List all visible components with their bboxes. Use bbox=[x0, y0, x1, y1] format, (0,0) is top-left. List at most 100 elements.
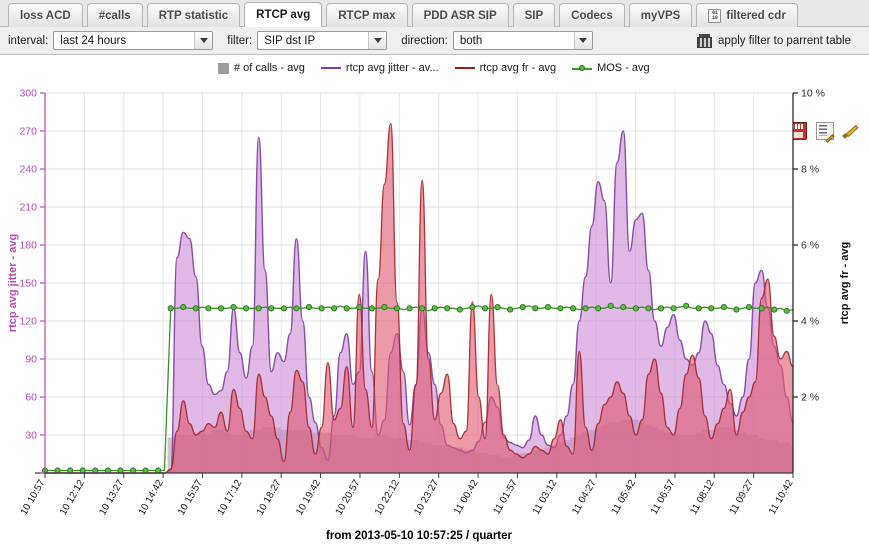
y-tick-label-left: 210 bbox=[19, 202, 37, 214]
filter-select[interactable]: SIP dst IP bbox=[257, 31, 387, 50]
tab-label: RTCP avg bbox=[256, 9, 310, 21]
tab-label: filtered cdr bbox=[726, 10, 785, 22]
marker-mos bbox=[470, 304, 475, 309]
y-axis-right-ticks: 2 %4 %6 %8 %10 % bbox=[793, 88, 825, 404]
marker-mos bbox=[558, 306, 563, 311]
x-tick-label: 10 18:27 bbox=[255, 478, 284, 518]
marker-mos bbox=[520, 304, 525, 309]
tab-pdd-asr-sip[interactable]: PDD ASR SIP bbox=[412, 3, 509, 27]
marker-mos bbox=[570, 306, 575, 311]
x-tick-label: 11 03:12 bbox=[531, 478, 560, 517]
tab-label: loss ACD bbox=[20, 10, 71, 22]
x-tick-label: 11 08:12 bbox=[688, 478, 717, 517]
legend-swatch-marker bbox=[572, 64, 592, 73]
tab-codecs[interactable]: Codecs bbox=[559, 3, 625, 27]
marker-mos bbox=[457, 307, 462, 312]
x-tick-label: 10 23:27 bbox=[412, 478, 441, 518]
filter-bar: interval: last 24 hours filter: SIP dst … bbox=[0, 27, 869, 55]
legend-item[interactable]: # of calls - avg bbox=[218, 62, 305, 74]
marker-mos bbox=[281, 306, 286, 311]
tab-rtcp-avg[interactable]: RTCP avg bbox=[244, 2, 322, 27]
y-tick-label-right: 2 % bbox=[801, 392, 819, 404]
y-tick-label-left: 180 bbox=[19, 240, 37, 252]
marker-mos bbox=[118, 468, 123, 473]
apply-filter-button[interactable]: apply filter to parrent table bbox=[697, 34, 861, 48]
chart-legend: # of calls - avg rtcp avg jitter - av... r… bbox=[218, 62, 650, 74]
x-tick-label: 11 00:42 bbox=[452, 478, 481, 517]
tab-loss-acd[interactable]: loss ACD bbox=[8, 3, 83, 27]
y-tick-label-left: 300 bbox=[19, 88, 37, 100]
tab-myvps[interactable]: myVPS bbox=[629, 3, 693, 27]
x-tick-label: 10 22:12 bbox=[373, 478, 402, 518]
marker-mos bbox=[420, 306, 425, 311]
tab-sip[interactable]: SIP bbox=[513, 3, 556, 27]
x-tick-label: 11 01:57 bbox=[491, 478, 520, 517]
marker-mos bbox=[80, 468, 85, 473]
marker-mos bbox=[68, 468, 73, 473]
interval-select[interactable]: last 24 hours bbox=[53, 31, 213, 50]
x-tick-label: 10 10:57 bbox=[19, 478, 48, 518]
y-tick-label-left: 90 bbox=[25, 354, 37, 366]
marker-mos bbox=[294, 306, 299, 311]
marker-mos bbox=[721, 304, 726, 309]
binary-report-icon: 0110 bbox=[708, 9, 721, 23]
tab-rtp-statistic[interactable]: RTP statistic bbox=[147, 3, 240, 27]
marker-mos bbox=[545, 304, 550, 309]
legend-item[interactable]: rtcp avg fr - avg bbox=[455, 62, 556, 74]
x-tick-label: 11 09:27 bbox=[728, 478, 757, 517]
y-tick-label-left: 60 bbox=[25, 392, 37, 404]
legend-label: rtcp avg fr - avg bbox=[480, 62, 556, 74]
x-tick-label: 11 06:57 bbox=[649, 478, 678, 517]
direction-select[interactable]: both bbox=[453, 31, 593, 50]
marker-mos bbox=[482, 306, 487, 311]
tab-filtered-cdr[interactable]: 0110 filtered cdr bbox=[696, 3, 797, 27]
y-tick-label-right: 8 % bbox=[801, 164, 819, 176]
direction-label: direction: bbox=[401, 35, 448, 47]
tab-label: RTP statistic bbox=[159, 10, 228, 22]
interval-dropdown-arrow[interactable] bbox=[194, 32, 212, 49]
tab-list: loss ACD #calls RTP statistic RTCP avg RTCP … bbox=[8, 2, 798, 27]
y-tick-label-right: 4 % bbox=[801, 316, 819, 328]
marker-mos bbox=[256, 306, 261, 311]
marker-mos bbox=[244, 306, 249, 311]
x-tick-label: 10 12:12 bbox=[58, 478, 87, 518]
marker-mos bbox=[394, 306, 399, 311]
marker-mos bbox=[369, 306, 374, 311]
y-tick-label-left: 30 bbox=[25, 430, 37, 442]
y-tick-label-right: 6 % bbox=[801, 240, 819, 252]
marker-mos bbox=[306, 304, 311, 309]
marker-mos bbox=[658, 306, 663, 311]
legend-item[interactable]: MOS - avg bbox=[572, 62, 650, 74]
direction-dropdown-arrow[interactable] bbox=[574, 32, 592, 49]
marker-mos bbox=[709, 306, 714, 311]
x-tick-label: 10 14:42 bbox=[137, 478, 166, 518]
marker-mos bbox=[231, 304, 236, 309]
marker-mos bbox=[193, 306, 198, 311]
interval-label: interval: bbox=[8, 35, 48, 47]
marker-mos bbox=[671, 306, 676, 311]
legend-item[interactable]: rtcp avg jitter - av... bbox=[321, 62, 439, 74]
marker-mos bbox=[596, 306, 601, 311]
tab-label: PDD ASR SIP bbox=[424, 10, 497, 22]
marker-mos bbox=[621, 304, 626, 309]
legend-label: rtcp avg jitter - av... bbox=[346, 62, 439, 74]
apply-filter-label: apply filter to parrent table bbox=[718, 35, 851, 47]
y-tick-label-left: 120 bbox=[19, 316, 37, 328]
x-tick-label: 10 19:42 bbox=[294, 478, 323, 518]
tab-label: myVPS bbox=[641, 10, 681, 22]
y-axis-right-title: rtcp avg fr - avg bbox=[839, 242, 851, 325]
tab-label: Codecs bbox=[571, 10, 613, 22]
marker-mos bbox=[407, 306, 412, 311]
filter-dropdown-arrow[interactable] bbox=[368, 32, 386, 49]
marker-mos bbox=[646, 306, 651, 311]
legend-label: # of calls - avg bbox=[234, 62, 305, 74]
y-axis-left-ticks: 306090120150180210240270300 bbox=[19, 88, 45, 474]
marker-mos bbox=[55, 468, 60, 473]
tab-label: RTCP max bbox=[338, 10, 395, 22]
marker-mos bbox=[633, 306, 638, 311]
tab-rtcp-max[interactable]: RTCP max bbox=[326, 3, 407, 27]
tab-calls[interactable]: #calls bbox=[87, 3, 143, 27]
chevron-down-icon bbox=[200, 38, 208, 43]
x-tick-label: 10 13:27 bbox=[97, 478, 126, 518]
marker-mos bbox=[784, 308, 789, 313]
